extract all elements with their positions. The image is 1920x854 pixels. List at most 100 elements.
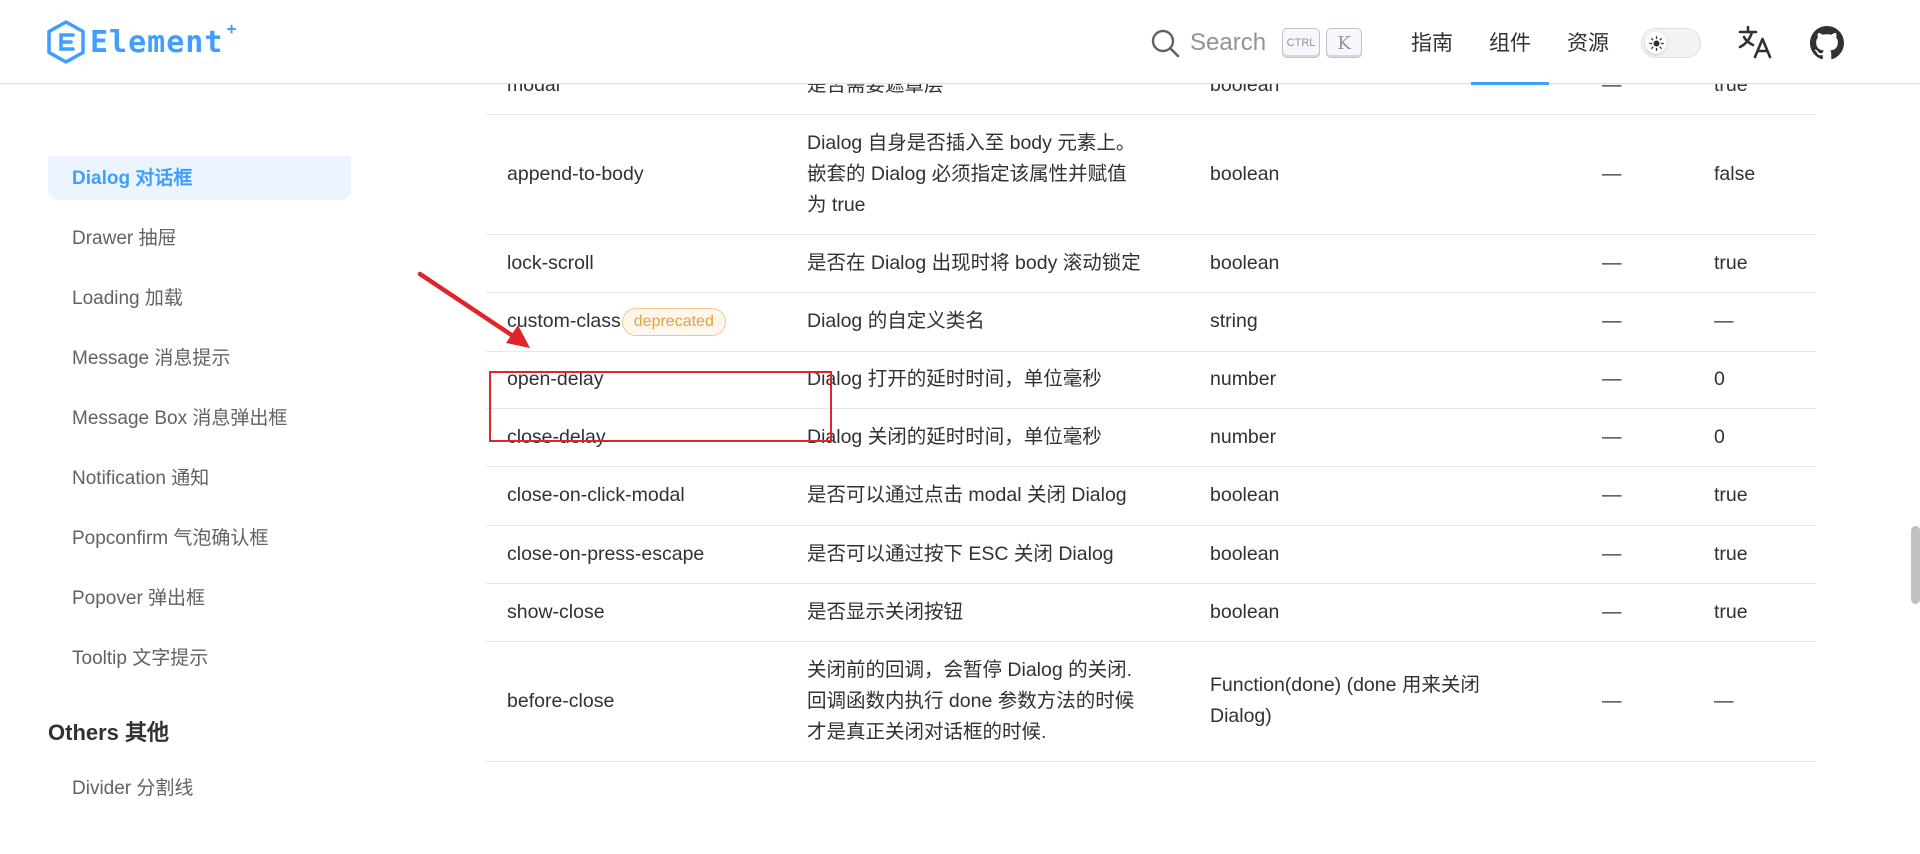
attr-name-cell: append-to-body xyxy=(486,114,786,235)
attr-row-custom-class: custom-class deprecated Dialog 的自定义类名 strin… xyxy=(486,292,1816,352)
attr-type-cell: Function(done) (done 用来关闭 Dialog) xyxy=(1189,641,1597,762)
attr-description-line: 才是真正关闭对话框的时候. xyxy=(807,720,1047,743)
red-arrow-annotation xyxy=(417,271,530,348)
attr-accepted-values: — xyxy=(1597,641,1709,762)
sidebar-item-message[interactable]: Message 消息提示 xyxy=(72,346,230,372)
attr-name: close-on-click-modal xyxy=(507,484,685,506)
attr-type-cell: number xyxy=(1189,351,1597,409)
nav-resource[interactable]: 资源 xyxy=(1549,0,1627,84)
attr-description-cell: Dialog 打开的延时时间，单位毫秒 xyxy=(786,351,1189,409)
element-plus-logo[interactable]: Element + xyxy=(46,18,238,66)
attr-name: show-close xyxy=(507,600,605,623)
attr-default: — xyxy=(1709,641,1816,762)
attr-name-cell: close-on-click-modal xyxy=(486,466,786,526)
attr-name: append-to-body xyxy=(507,162,644,185)
attr-accepted-values: — xyxy=(1597,466,1709,526)
sidebar-item-loading[interactable]: Loading 加载 xyxy=(72,286,183,312)
sidebar-item-dialog[interactable]: Dialog 对话框 xyxy=(72,166,192,192)
attr-name-cell: close-on-press-escape xyxy=(486,525,786,584)
attr-description-line: Dialog 关闭的延时时间，单位毫秒 xyxy=(807,425,1102,448)
sidebar-item-popover[interactable]: Popover 弹出框 xyxy=(72,586,205,612)
sun-icon xyxy=(1648,35,1664,51)
theme-toggle[interactable] xyxy=(1641,28,1701,58)
attr-description-line: Dialog 打开的延时时间，单位毫秒 xyxy=(807,368,1102,390)
nav-guide[interactable]: 指南 xyxy=(1393,0,1471,84)
search-icon xyxy=(1151,29,1180,58)
main-nav: 指南 组件 资源 xyxy=(1393,0,1627,85)
attr-accepted-values: — xyxy=(1597,114,1709,235)
attr-name-cell: before-close xyxy=(486,641,786,762)
sidebar-item-notification[interactable]: Notification 通知 xyxy=(72,466,209,492)
attr-type-line: string xyxy=(1210,310,1258,332)
attr-accepted-values: — xyxy=(1597,351,1709,409)
logo-text: Element + xyxy=(90,18,238,60)
attr-type-cell: boolean xyxy=(1189,583,1597,642)
attr-description-line: Dialog 自身是否插入至 body 元素上。 xyxy=(807,131,1136,154)
red-highlight-box xyxy=(489,371,832,442)
attr-type-line: number xyxy=(1210,425,1277,448)
attr-type-line: boolean xyxy=(1210,542,1280,565)
attr-description-line: 回调函数内执行 done 参数方法的时候 xyxy=(807,689,1135,712)
attr-type-line: Function(done) (done 用来关闭 xyxy=(1210,674,1480,696)
attr-description-line: 是否在 Dialog 出现时将 body 滚动锁定 xyxy=(807,251,1141,274)
attr-type-line: Dialog) xyxy=(1210,705,1272,727)
sidebar-item-message-box[interactable]: Message Box 消息弹出框 xyxy=(72,406,287,432)
attr-row-close-on-click-modal: close-on-click-modal 是否可以通过点击 modal 关闭 Di… xyxy=(486,466,1816,526)
deprecated-badge: deprecated xyxy=(621,307,726,336)
attr-default: true xyxy=(1709,234,1816,293)
attr-description-line: 关闭前的回调，会暂停 Dialog 的关闭. xyxy=(807,658,1133,681)
attr-description-line: Dialog 的自定义类名 xyxy=(807,310,985,332)
attr-description-cell: 是否可以通过按下 ESC 关闭 Dialog xyxy=(786,525,1189,584)
translate-icon[interactable] xyxy=(1737,24,1773,60)
sidebar-item-drawer[interactable]: Drawer 抽屉 xyxy=(72,226,177,252)
attr-name-cell: show-close xyxy=(486,583,786,642)
attr-default: true xyxy=(1709,525,1816,584)
attr-description-cell: 是否在 Dialog 出现时将 body 滚动锁定 xyxy=(786,234,1189,293)
theme-knob xyxy=(1645,32,1667,54)
nav-component[interactable]: 组件 xyxy=(1471,0,1549,85)
attr-type-line: boolean xyxy=(1210,251,1280,274)
page-scrollbar-thumb[interactable] xyxy=(1911,526,1920,604)
attr-type-line: boolean xyxy=(1210,162,1280,185)
attr-description-cell: 关闭前的回调，会暂停 Dialog 的关闭. 回调函数内执行 done 参数方法的… xyxy=(786,641,1189,762)
attr-description-line: 是否可以通过按下 ESC 关闭 Dialog xyxy=(807,542,1114,565)
github-icon[interactable] xyxy=(1810,26,1844,60)
attr-description-cell: Dialog 自身是否插入至 body 元素上。 嵌套的 Dialog 必须指定该… xyxy=(786,114,1189,235)
attr-default: true xyxy=(1709,583,1816,642)
attr-default: 0 xyxy=(1709,408,1816,467)
attr-type-cell: boolean xyxy=(1189,466,1597,526)
sidebar-item-divider[interactable]: Divider 分割线 xyxy=(72,776,193,802)
attr-type-line: boolean xyxy=(1210,484,1280,506)
attr-accepted-values: — xyxy=(1597,583,1709,642)
attr-row-show-close: show-close 是否显示关闭按钮 boolean — true xyxy=(486,583,1816,642)
sidebar-item-popconfirm[interactable]: Popconfirm 气泡确认框 xyxy=(72,526,268,552)
attr-row-before-close: before-close 关闭前的回调，会暂停 Dialog 的关闭. 回调函数内执… xyxy=(486,641,1816,762)
attr-default: false xyxy=(1709,114,1816,235)
attr-row-close-on-press-escape: close-on-press-escape 是否可以通过按下 ESC 关闭 Dia… xyxy=(486,525,1816,584)
attr-default: — xyxy=(1709,292,1816,352)
attr-type-cell: boolean xyxy=(1189,234,1597,293)
attr-row-lock-scroll: lock-scroll 是否在 Dialog 出现时将 body 滚动锁定 bool… xyxy=(486,234,1816,293)
attr-type-cell: string xyxy=(1189,292,1597,352)
k-key-hint: K xyxy=(1326,28,1363,58)
attr-type-cell: boolean xyxy=(1189,114,1597,235)
attr-name: close-on-press-escape xyxy=(507,542,705,565)
attr-description-line: 为 true xyxy=(807,193,866,216)
attr-default: true xyxy=(1709,466,1816,526)
attr-description-line: 嵌套的 Dialog 必须指定该属性并赋值 xyxy=(807,162,1127,185)
sidebar-item-tooltip[interactable]: Tooltip 文字提示 xyxy=(72,646,208,672)
search-label: Search xyxy=(1190,29,1267,56)
ctrl-key-hint: CTRL xyxy=(1282,28,1321,58)
attr-type-line: boolean xyxy=(1210,600,1280,623)
attr-accepted-values: — xyxy=(1597,234,1709,293)
attr-description-cell: Dialog 关闭的延时时间，单位毫秒 xyxy=(786,408,1189,467)
search-button[interactable]: Search CTRL K xyxy=(1150,24,1363,62)
attr-default: 0 xyxy=(1709,351,1816,409)
attr-row-append-to-body: append-to-body Dialog 自身是否插入至 body 元素上。 嵌套… xyxy=(486,114,1816,235)
top-header: Element + Search CTRL K 指南 组件 资源 xyxy=(0,0,1920,85)
attr-description-cell: 是否显示关闭按钮 xyxy=(786,583,1189,642)
attr-accepted-values: — xyxy=(1597,525,1709,584)
attr-type-line: number xyxy=(1210,368,1277,390)
attr-description-cell: Dialog 的自定义类名 xyxy=(786,292,1189,352)
attr-type-cell: number xyxy=(1189,408,1597,467)
